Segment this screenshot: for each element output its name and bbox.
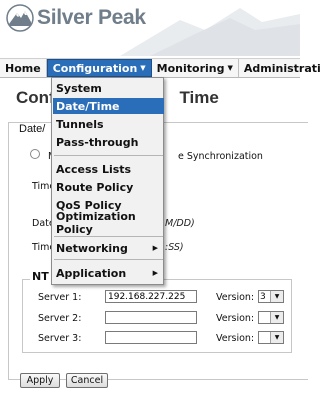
nav-monitoring-label: Monitoring	[156, 61, 225, 75]
silver-peak-logo[interactable]: Silver Peak	[6, 4, 146, 32]
nav-configuration[interactable]: Configuration ▼	[46, 59, 152, 77]
header: Silver Peak	[0, 0, 300, 56]
server-1-version-select[interactable]: 3 ▼	[258, 290, 284, 303]
server-3-version-label: Version:	[216, 333, 255, 344]
server-2-version-label: Version:	[216, 313, 255, 324]
date-time-legend: Date/	[18, 123, 47, 135]
menu-item-pass-through[interactable]: Pass-through	[53, 134, 164, 150]
chevron-down-icon: ▼	[227, 64, 233, 72]
server-1-version-value: 3	[260, 291, 266, 302]
server-2-version-select[interactable]: ▼	[258, 311, 284, 324]
menu-item-networking[interactable]: Networking ▶	[53, 240, 164, 256]
logo-mark-icon	[6, 4, 34, 32]
menu-item-application[interactable]: Application ▶	[53, 265, 164, 281]
menu-separator	[54, 155, 163, 156]
page-title-right: Time	[179, 88, 219, 107]
configuration-dropdown-menu: System Date/Time Tunnels Pass-through Ac…	[51, 77, 164, 285]
nav-administration-label: Administrati	[243, 61, 320, 75]
nav-home[interactable]: Home	[0, 59, 47, 77]
brand-name: Silver Peak	[37, 6, 146, 29]
cancel-button[interactable]: Cancel	[66, 373, 108, 388]
menu-item-networking-label: Networking	[56, 241, 128, 255]
radio-label-right: e Synchronization	[178, 151, 263, 162]
server-2-input[interactable]	[105, 311, 197, 324]
chevron-down-icon: ▼	[270, 291, 283, 302]
chevron-right-icon: ▶	[152, 269, 158, 277]
date-format-hint: M/DD)	[165, 218, 195, 229]
nav-home-label: Home	[5, 61, 41, 75]
apply-button[interactable]: Apply	[20, 373, 60, 388]
nav-monitoring[interactable]: Monitoring ▼	[152, 59, 239, 77]
server-2-label: Server 2:	[38, 313, 82, 324]
menu-item-application-label: Application	[56, 266, 127, 280]
time-format-hint: :SS)	[165, 242, 184, 253]
menu-item-route-policy[interactable]: Route Policy	[53, 179, 164, 195]
menu-item-tunnels[interactable]: Tunnels	[53, 116, 164, 132]
chevron-down-icon: ▼	[270, 312, 283, 323]
server-1-label: Server 1:	[38, 292, 82, 303]
menu-separator	[54, 259, 163, 260]
menu-separator	[54, 236, 163, 237]
menu-item-system[interactable]: System	[53, 80, 164, 96]
chevron-down-icon: ▼	[140, 64, 146, 72]
sync-mode-radio[interactable]	[30, 149, 40, 159]
chevron-right-icon: ▶	[152, 244, 158, 252]
server-1-version-label: Version:	[216, 292, 255, 303]
chevron-down-icon: ▼	[270, 332, 283, 343]
server-1-input[interactable]	[105, 290, 197, 303]
server-3-label: Server 3:	[38, 333, 82, 344]
menu-item-access-lists[interactable]: Access Lists	[53, 161, 164, 177]
nav-administration[interactable]: Administrati	[239, 59, 320, 77]
server-3-input[interactable]	[105, 331, 197, 344]
menu-item-date-time[interactable]: Date/Time	[53, 98, 164, 114]
main-navigation: Home Configuration ▼ Monitoring ▼ Admini…	[0, 58, 320, 78]
nav-configuration-label: Configuration	[52, 61, 138, 75]
server-3-version-select[interactable]: ▼	[258, 331, 284, 344]
menu-item-optimization-policy[interactable]: Optimization Policy	[53, 210, 164, 236]
ntp-legend: NT	[30, 270, 51, 283]
